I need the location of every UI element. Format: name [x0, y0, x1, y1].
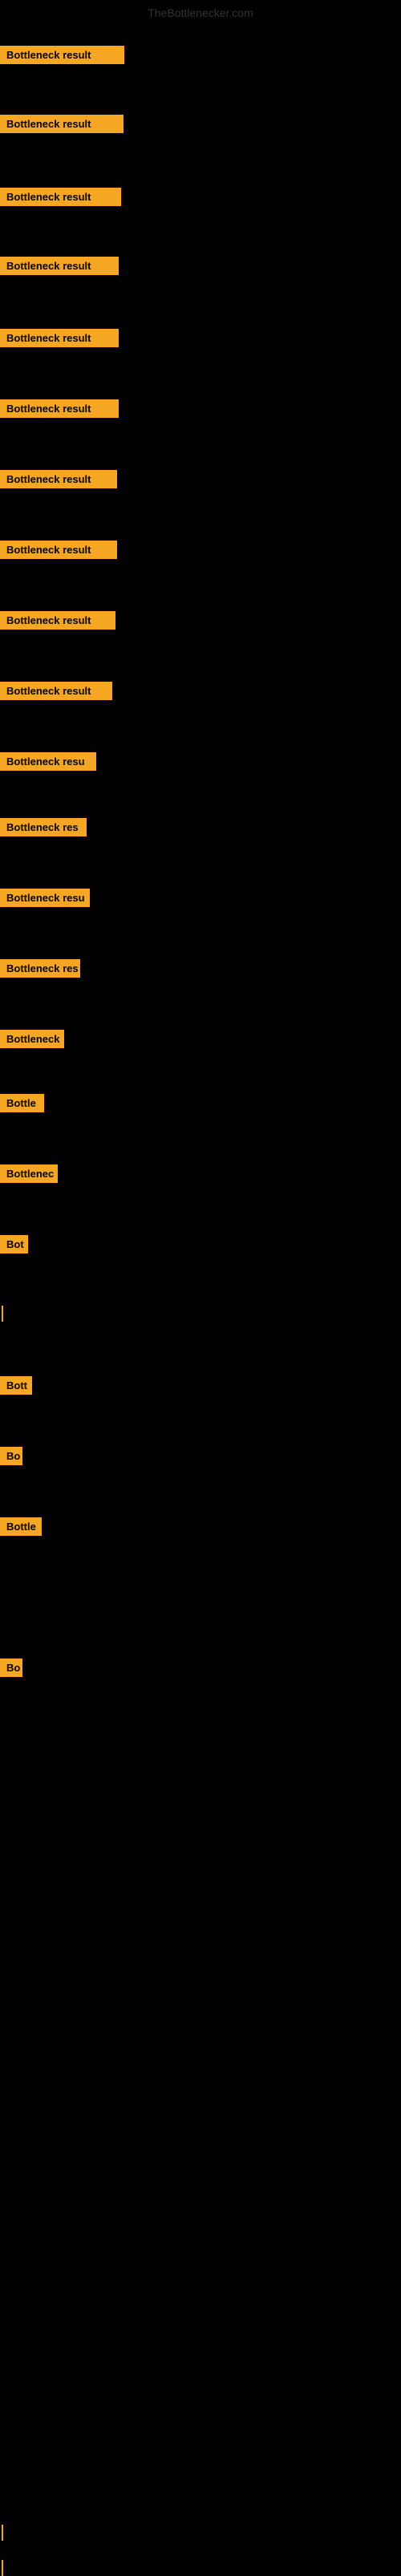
- bottleneck-badge-16: Bottle: [0, 1094, 44, 1112]
- bottleneck-badge-18: Bot: [0, 1235, 28, 1254]
- bottleneck-badge-15: Bottleneck: [0, 1030, 64, 1048]
- bottleneck-badge-8: Bottleneck result: [0, 541, 117, 559]
- bottleneck-badge-22: Bo: [0, 1659, 22, 1677]
- bottleneck-badge-21: Bottle: [0, 1517, 42, 1536]
- bottleneck-badge-11: Bottleneck resu: [0, 752, 96, 771]
- bottleneck-badge-4: Bottleneck result: [0, 257, 119, 275]
- site-title: TheBottlenecker.com: [0, 6, 401, 19]
- bottleneck-badge-6: Bottleneck result: [0, 399, 119, 418]
- bottleneck-badge-13: Bottleneck resu: [0, 889, 90, 907]
- bottleneck-badge-3: Bottleneck result: [0, 188, 121, 206]
- vertical-line-1: [2, 1306, 3, 1322]
- bottleneck-badge-20: Bo: [0, 1447, 22, 1465]
- bottleneck-badge-17: Bottlenec: [0, 1164, 58, 1183]
- bottleneck-badge-2: Bottleneck result: [0, 115, 124, 133]
- vertical-line-3: [2, 2560, 3, 2576]
- bottleneck-badge-10: Bottleneck result: [0, 682, 112, 700]
- bottleneck-badge-19: Bott: [0, 1376, 32, 1395]
- bottleneck-badge-12: Bottleneck res: [0, 818, 87, 836]
- bottleneck-badge-5: Bottleneck result: [0, 329, 119, 347]
- bottleneck-badge-9: Bottleneck result: [0, 611, 115, 630]
- bottleneck-badge-7: Bottleneck result: [0, 470, 117, 488]
- bottleneck-badge-1: Bottleneck result: [0, 46, 124, 64]
- bottleneck-badge-14: Bottleneck res: [0, 959, 80, 978]
- vertical-line-2: [2, 2525, 3, 2541]
